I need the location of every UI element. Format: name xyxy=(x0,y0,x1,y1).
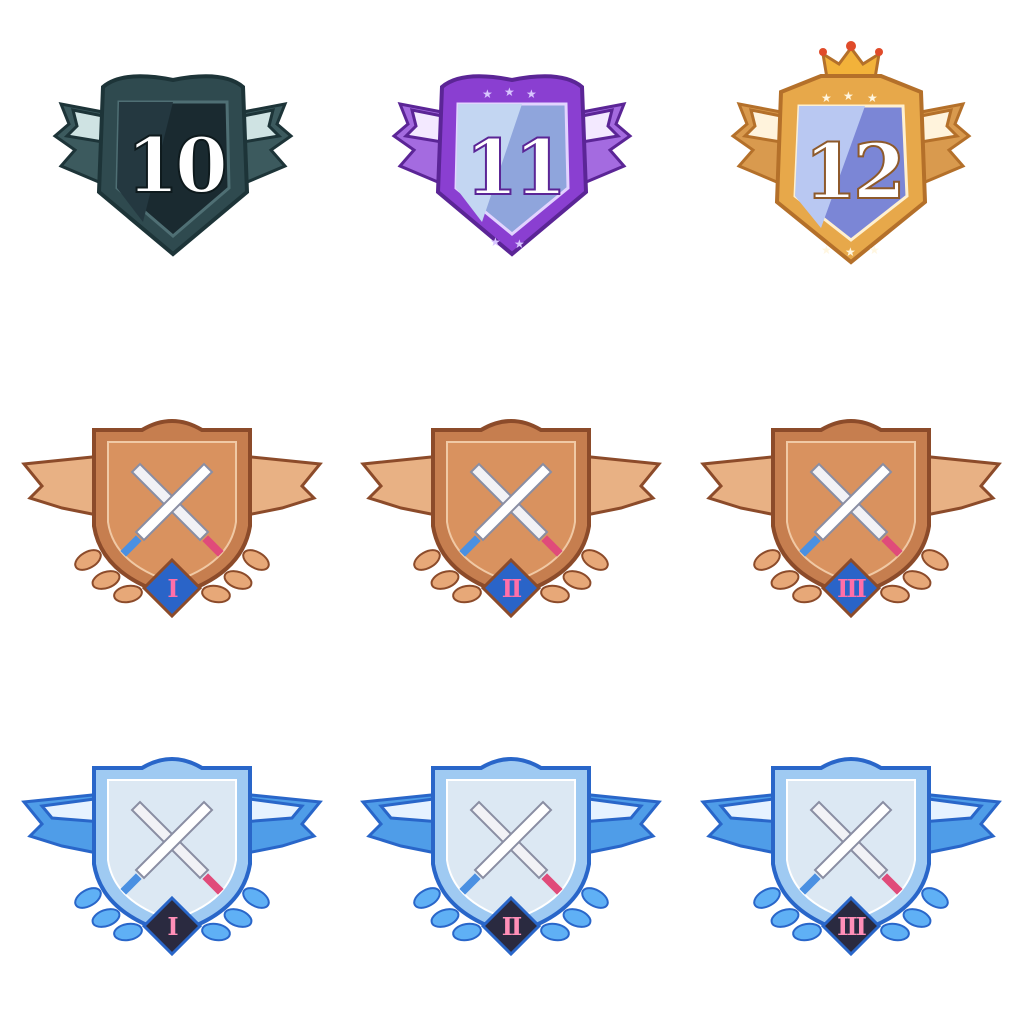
purple-shield-icon: ★ ★ ★ ★ ★ 11 xyxy=(391,74,633,257)
bronze-shield-icon: II xyxy=(360,419,662,619)
svg-text:★: ★ xyxy=(821,243,832,257)
ice-rank-badge-1[interactable]: I xyxy=(2,684,342,1024)
bronze-rank-badge-2[interactable]: II xyxy=(341,346,681,686)
rank-numeral: III xyxy=(837,912,866,941)
rank-numeral: II xyxy=(502,574,522,603)
ice-rank-badge-2[interactable]: II xyxy=(341,684,681,1024)
level-number: 11 xyxy=(465,123,563,212)
gold-shield-icon: ★ ★ ★ ★ ★ ★ 12 xyxy=(730,41,972,265)
bronze-rank-badge-1[interactable]: I xyxy=(2,346,342,686)
svg-text:★: ★ xyxy=(514,237,525,251)
bronze-shield-icon: III xyxy=(700,419,1002,619)
svg-text:★: ★ xyxy=(504,85,515,99)
level-number: 12 xyxy=(804,127,902,216)
bronze-shield-icon: I xyxy=(21,419,323,619)
svg-text:★: ★ xyxy=(845,245,856,259)
bronze-rank-badge-3[interactable]: III xyxy=(681,346,1021,686)
rank-numeral: III xyxy=(837,574,866,603)
svg-text:★: ★ xyxy=(526,87,537,101)
svg-text:★: ★ xyxy=(482,87,493,101)
ice-shield-icon: II xyxy=(360,757,662,957)
svg-text:★: ★ xyxy=(843,89,854,103)
level-badge-12[interactable]: ★ ★ ★ ★ ★ ★ 12 xyxy=(681,0,1021,332)
level-badge-11[interactable]: ★ ★ ★ ★ ★ 11 xyxy=(342,0,682,332)
svg-text:★: ★ xyxy=(867,91,878,105)
level-number: 10 xyxy=(126,121,225,210)
dark-shield-icon: 10 xyxy=(52,74,294,257)
rank-numeral: II xyxy=(502,912,522,941)
ice-shield-icon: I xyxy=(21,757,323,957)
crown-icon xyxy=(819,41,883,80)
level-badge-10[interactable]: 10 xyxy=(3,0,343,332)
ice-shield-icon: III xyxy=(700,757,1002,957)
svg-text:★: ★ xyxy=(821,91,832,105)
ice-rank-badge-3[interactable]: III xyxy=(681,684,1021,1024)
svg-text:★: ★ xyxy=(490,235,501,249)
svg-text:★: ★ xyxy=(869,243,880,257)
